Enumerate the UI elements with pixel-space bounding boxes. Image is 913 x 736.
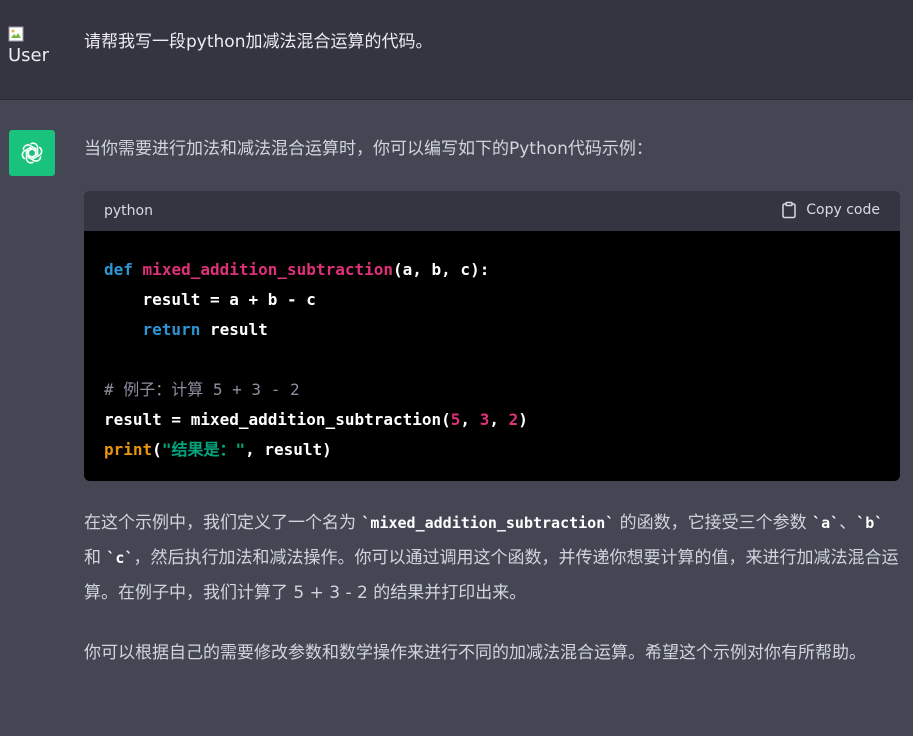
code-keyword-return: return bbox=[142, 320, 201, 339]
assistant-avatar bbox=[9, 130, 55, 176]
code-block: python Copy code def mixed_addition_subt… bbox=[84, 191, 900, 481]
code-call-close: ) bbox=[518, 410, 528, 429]
openai-logo-icon bbox=[21, 142, 43, 164]
assistant-explanation-paragraph: 在这个示例中，我们定义了一个名为 `mixed_addition_subtrac… bbox=[84, 506, 900, 611]
inline-code-b: `b` bbox=[856, 514, 884, 532]
code-number-3: 3 bbox=[479, 410, 490, 429]
inline-code-function: `mixed_addition_subtraction` bbox=[361, 514, 615, 532]
para1-text-5: ，然后执行加法和减法操作。你可以通过调用这个函数，并传递你想要计算的值，来进行加… bbox=[84, 548, 899, 603]
user-avatar-alt: User bbox=[8, 45, 50, 66]
code-paren-open: ( bbox=[152, 440, 162, 459]
inline-code-a: `a` bbox=[812, 514, 840, 532]
code-sep-2: , bbox=[489, 410, 509, 429]
code-print-tail: , result) bbox=[245, 440, 332, 459]
assistant-closing-paragraph: 你可以根据自己的需要修改参数和数学操作来进行不同的加减法混合运算。希望这个示例对… bbox=[84, 643, 866, 663]
code-language-label: python bbox=[104, 203, 153, 219]
copy-code-label: Copy code bbox=[806, 202, 880, 218]
assistant-intro-text: 当你需要进行加法和减法混合运算时，你可以编写如下的Python代码示例： bbox=[84, 139, 653, 159]
user-avatar: User bbox=[8, 26, 54, 72]
inline-code-c: `c` bbox=[106, 549, 134, 567]
code-number-5: 5 bbox=[450, 410, 461, 429]
copy-code-button[interactable]: Copy code bbox=[780, 201, 880, 219]
code-block-header: python Copy code bbox=[84, 191, 900, 231]
code-params: (a, b, c): bbox=[393, 260, 490, 279]
para1-text-4: 和 bbox=[84, 548, 107, 568]
code-string-literal: "结果是：" bbox=[161, 440, 246, 459]
code-builtin-print: print bbox=[104, 440, 153, 459]
code-keyword-def: def bbox=[104, 260, 133, 279]
code-return-value: result bbox=[200, 320, 268, 339]
code-function-name: mixed_addition_subtraction bbox=[142, 260, 393, 279]
broken-image-icon bbox=[8, 26, 24, 42]
code-comment: # 例子：计算 5 + 3 - 2 bbox=[104, 380, 300, 399]
para1-text-3: 、 bbox=[839, 513, 857, 533]
code-sep-1: , bbox=[460, 410, 480, 429]
code-content: def mixed_addition_subtraction(a, b, c):… bbox=[84, 231, 900, 465]
para1-text-2: 的函数，它接受三个参数 bbox=[614, 513, 813, 533]
para1-text-1: 在这个示例中，我们定义了一个名为 bbox=[84, 513, 362, 533]
code-number-2: 2 bbox=[508, 410, 519, 429]
code-line-result: result = a + b - c bbox=[104, 290, 316, 309]
clipboard-icon bbox=[782, 201, 797, 219]
code-call-start: result = mixed_addition_subtraction( bbox=[104, 410, 451, 429]
user-message-row: User 请帮我写一段python加减法混合运算的代码。 bbox=[0, 0, 913, 100]
user-message-text: 请帮我写一段python加减法混合运算的代码。 bbox=[84, 32, 433, 52]
